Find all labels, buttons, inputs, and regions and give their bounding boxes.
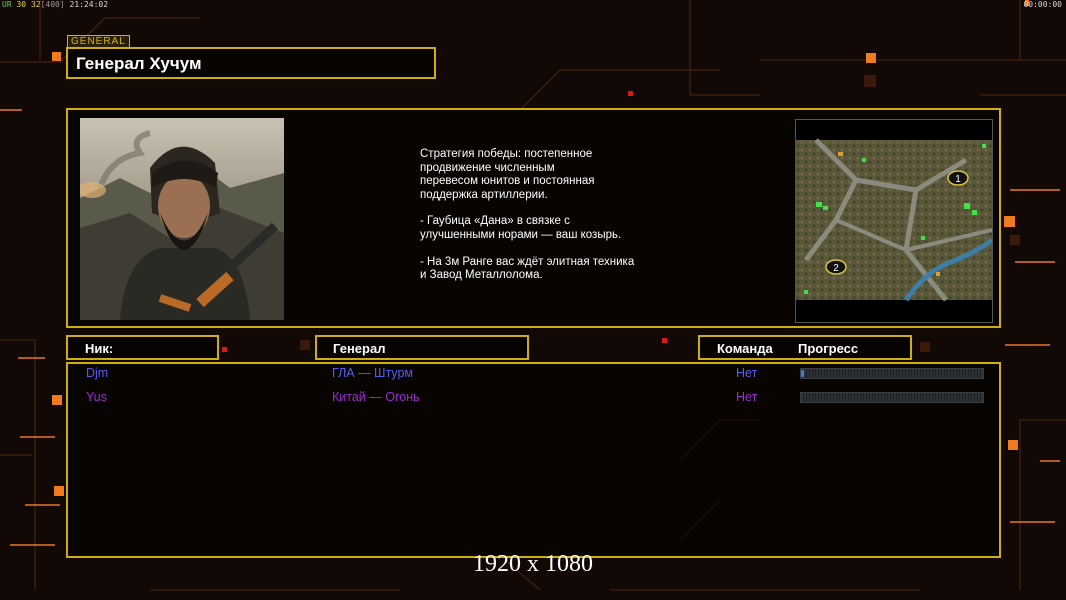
hud-clock: 21:24:02 [69, 0, 109, 9]
player-progress-fill [801, 370, 804, 377]
desc-line: поддержка артиллерии. [420, 188, 548, 201]
header-progress-label: Прогресс [798, 341, 859, 356]
player-general: ГЛА — Штурм [332, 366, 414, 380]
map-preview: 1 2 [795, 119, 993, 323]
start-position-2: 2 [833, 263, 839, 274]
player-general: Китай — Огонь [332, 390, 420, 404]
hud-fps-2: 32 [30, 0, 41, 9]
hud-fps-max: [400] [40, 0, 65, 9]
resolution-label: 1920 x 1080 [473, 551, 593, 577]
header-team-label: Команда [717, 341, 773, 356]
header-general-label: Генерал [333, 341, 386, 356]
general-info-panel: Стратегия победы: постепенное продвижени… [66, 108, 1001, 328]
desc-line: - Гаубица «Дана» в связке с [420, 215, 570, 228]
strategy-description: Стратегия победы: постепенное продвижени… [420, 148, 710, 296]
desc-line: улучшенными норами — ваш козырь. [420, 228, 622, 241]
desc-line: продвижение численным [420, 161, 555, 174]
desc-line: перевесом юнитов и постоянная [420, 175, 595, 188]
desc-line: - На 3м Ранге вас ждёт элитная техника [420, 255, 635, 268]
player-progress-bar [800, 392, 984, 403]
player-progress-bar [800, 368, 984, 379]
general-portrait [80, 118, 284, 320]
hud-fps: 30 [16, 0, 27, 9]
hud-timer: 00:00:00 [1023, 0, 1062, 9]
page-title: Генерал Хучум [76, 54, 202, 73]
hud-status: UR 30 32[400] 21:24:02 [2, 0, 108, 9]
player-team: Нет [736, 366, 758, 380]
start-position-1: 1 [955, 174, 961, 185]
player-nick: Yus [86, 390, 107, 404]
header-nick: Ник: [66, 335, 219, 360]
desc-line: Стратегия победы: постепенное [420, 148, 593, 160]
title-box: Генерал Хучум [66, 47, 436, 79]
desc-line: и Завод Металлолома. [420, 269, 543, 282]
player-team: Нет [736, 390, 758, 404]
header-team-progress: Команда Прогресс [698, 335, 912, 360]
header-general: Генерал [315, 335, 529, 360]
header-nick-label: Ник: [85, 341, 114, 356]
player-nick: Djm [86, 366, 109, 380]
hud-flag: UR [2, 0, 12, 9]
